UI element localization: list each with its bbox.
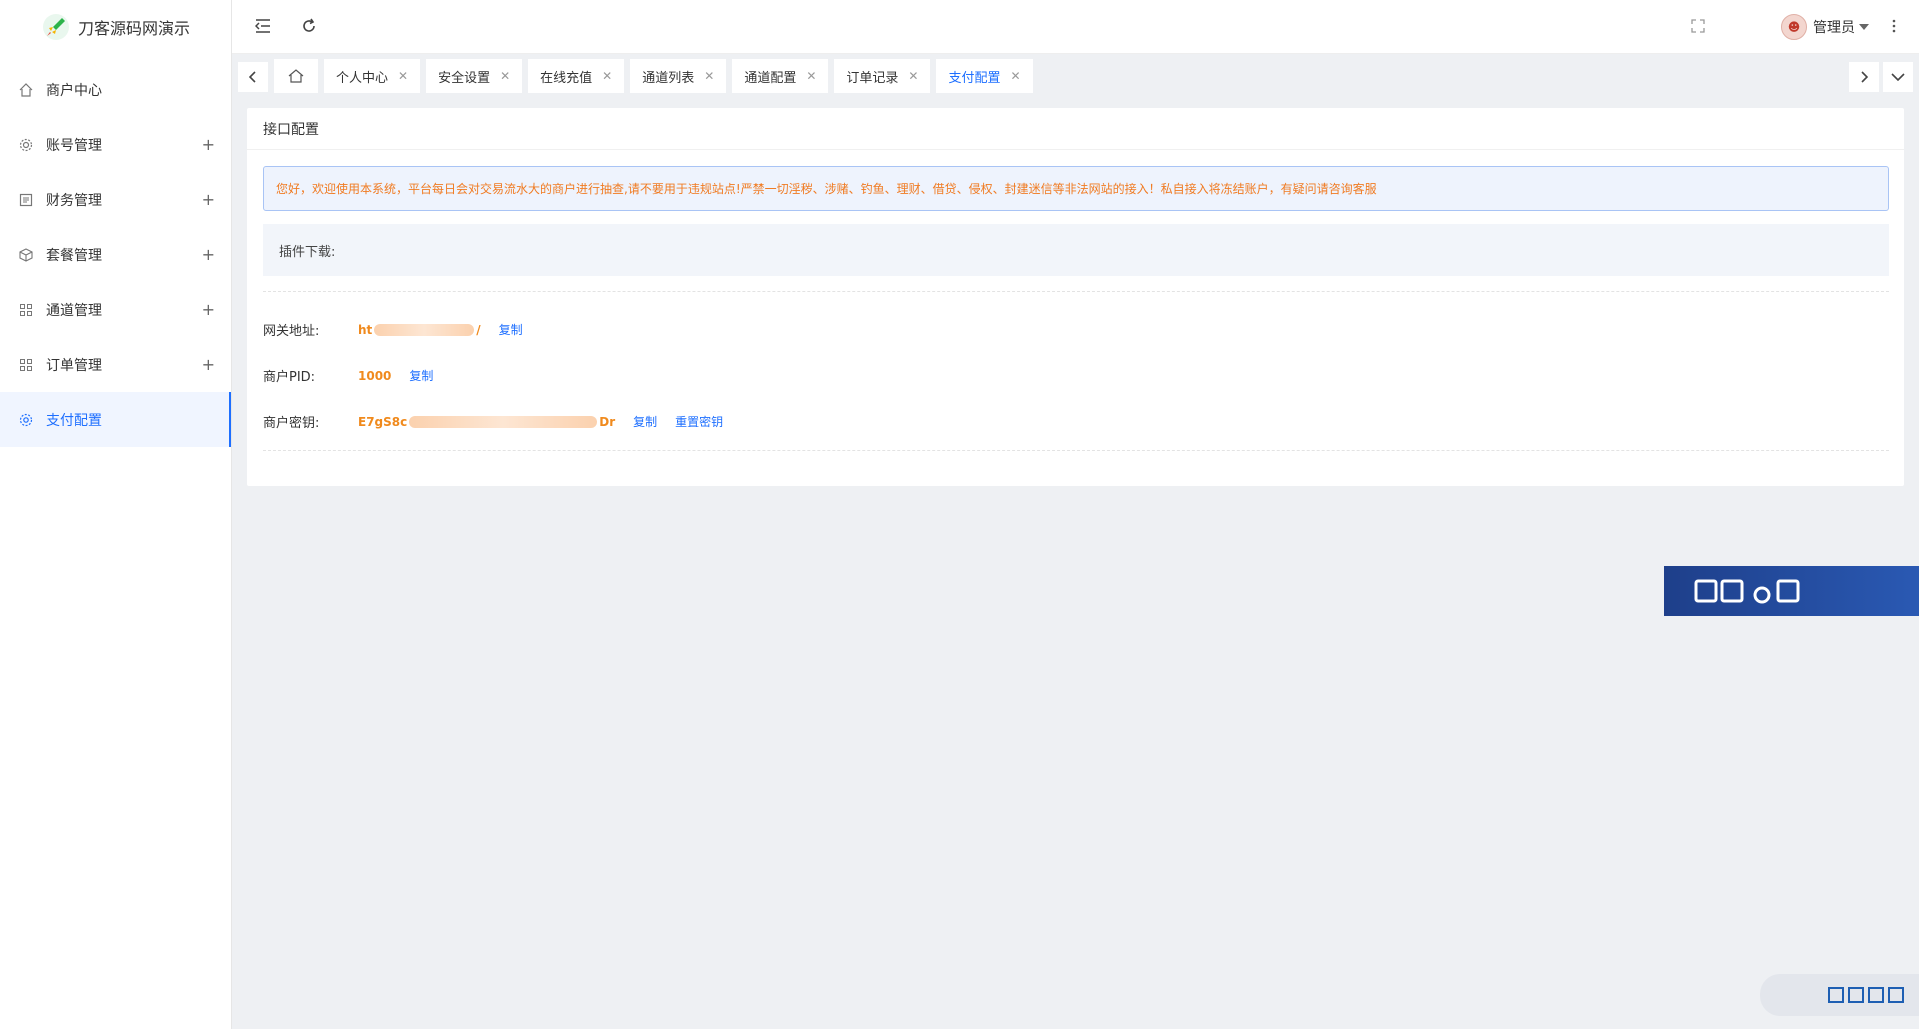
home-icon bbox=[288, 69, 304, 83]
tab-home[interactable] bbox=[274, 59, 318, 93]
divider bbox=[263, 291, 1889, 292]
copy-pid-link[interactable]: 复制 bbox=[409, 367, 433, 384]
tab-label: 订单记录 bbox=[846, 70, 899, 86]
notice-alert: 您好，欢迎使用本系统，平台每日会对交易流水大的商户进行抽查,请不要用于违规站点!… bbox=[263, 166, 1889, 211]
close-icon[interactable]: ✕ bbox=[1010, 69, 1020, 83]
app-title: 刀客源码网演示 bbox=[78, 19, 191, 38]
sidebar-item-payment-config[interactable]: 支付配置 bbox=[0, 392, 231, 447]
card-title: 接口配置 bbox=[247, 108, 1904, 150]
fullscreen-icon[interactable] bbox=[1687, 15, 1709, 37]
sidebar-item-merchant-center[interactable]: 商户中心 bbox=[0, 62, 231, 117]
divider bbox=[263, 450, 1889, 451]
sidebar-item-package[interactable]: 套餐管理 + bbox=[0, 227, 231, 282]
app-logo[interactable]: 刀客源码网演示 bbox=[0, 0, 231, 54]
watermark-logo-banner bbox=[1664, 566, 1919, 616]
collapse-menu-icon[interactable] bbox=[252, 15, 274, 37]
secret-value-end: Dr bbox=[599, 414, 616, 429]
pid-label: 商户PID: bbox=[263, 370, 316, 385]
gateway-value-end: / bbox=[476, 322, 481, 337]
secret-value-start: E7gS8c bbox=[358, 414, 408, 429]
tab-payment-config[interactable]: 支付配置 ✕ bbox=[936, 59, 1033, 93]
rocket-logo-icon bbox=[43, 14, 69, 40]
gateway-row: 网关地址: ht / 复制 bbox=[263, 320, 523, 340]
tabs-bar: 个人中心 ✕ 安全设置 ✕ 在线充值 ✕ 通道列表 ✕ 通道配置 ✕ 订单记录 ✕ 支付配置… bbox=[232, 54, 1919, 98]
expand-plus-icon[interactable]: + bbox=[202, 300, 215, 319]
expand-plus-icon[interactable]: + bbox=[202, 355, 215, 374]
tab-channel-config[interactable]: 通道配置 ✕ bbox=[732, 59, 829, 93]
tabs: 个人中心 ✕ 安全设置 ✕ 在线充值 ✕ 通道列表 ✕ 通道配置 ✕ 订单记录 ✕ 支付配置… bbox=[274, 59, 1033, 93]
gear-icon bbox=[18, 137, 34, 153]
sidebar-item-account[interactable]: 账号管理 + bbox=[0, 117, 231, 172]
tab-label: 安全设置 bbox=[438, 70, 491, 86]
interface-config-card: 接口配置 您好，欢迎使用本系统，平台每日会对交易流水大的商户进行抽查,请不要用于… bbox=[247, 108, 1904, 486]
close-icon[interactable]: ✕ bbox=[704, 69, 714, 83]
watermark-logo-image bbox=[1694, 579, 1799, 604]
tab-online-recharge[interactable]: 在线充值 ✕ bbox=[528, 59, 625, 93]
reset-secret-link[interactable]: 重置密钥 bbox=[675, 413, 723, 430]
user-menu[interactable]: ☻ 管理员 bbox=[1781, 14, 1869, 40]
secret-row: 商户密钥: E7gS8c Dr 复制 重置密钥 bbox=[263, 412, 723, 432]
tabs-scroll-right-icon[interactable] bbox=[1849, 62, 1879, 92]
sidebar-item-order[interactable]: 订单管理 + bbox=[0, 337, 231, 392]
plugin-download-label: 插件下载: bbox=[279, 244, 336, 260]
gateway-label: 网关地址: bbox=[263, 324, 320, 339]
finance-icon bbox=[18, 192, 34, 208]
close-icon[interactable]: ✕ bbox=[602, 69, 612, 83]
refresh-icon[interactable] bbox=[298, 15, 320, 37]
tab-label: 在线充值 bbox=[540, 70, 593, 86]
home-icon bbox=[18, 82, 34, 98]
tab-channel-list[interactable]: 通道列表 ✕ bbox=[630, 59, 727, 93]
pid-row: 商户PID: 1000 复制 bbox=[263, 366, 433, 386]
watermark-badge-image bbox=[1828, 987, 1904, 1003]
tabs-dropdown-icon[interactable] bbox=[1883, 62, 1913, 92]
more-vertical-icon[interactable] bbox=[1883, 15, 1905, 37]
pid-value: 1000 bbox=[358, 368, 392, 383]
close-icon[interactable]: ✕ bbox=[806, 69, 816, 83]
sidebar-item-label: 订单管理 bbox=[46, 357, 102, 374]
package-icon bbox=[18, 247, 34, 263]
sidebar-item-channel[interactable]: 通道管理 + bbox=[0, 282, 231, 337]
secret-value: E7gS8c Dr bbox=[358, 415, 615, 429]
avatar: ☻ bbox=[1781, 14, 1807, 40]
tab-label: 支付配置 bbox=[948, 70, 1001, 86]
chevron-down-icon bbox=[1859, 24, 1869, 30]
user-name: 管理员 bbox=[1813, 20, 1855, 36]
expand-plus-icon[interactable]: + bbox=[202, 245, 215, 264]
redacted-blur bbox=[374, 324, 475, 336]
close-icon[interactable]: ✕ bbox=[908, 69, 918, 83]
sidebar-item-label: 支付配置 bbox=[46, 412, 102, 429]
sidebar-item-finance[interactable]: 财务管理 + bbox=[0, 172, 231, 227]
redacted-blur bbox=[409, 416, 598, 428]
sidebar-item-label: 通道管理 bbox=[46, 302, 102, 319]
close-icon[interactable]: ✕ bbox=[500, 69, 510, 83]
expand-plus-icon[interactable]: + bbox=[202, 190, 215, 209]
sidebar-item-label: 财务管理 bbox=[46, 192, 102, 209]
settings-icon bbox=[18, 412, 34, 428]
close-icon[interactable]: ✕ bbox=[398, 69, 408, 83]
sidebar-item-label: 商户中心 bbox=[46, 82, 102, 99]
tab-label: 通道列表 bbox=[642, 70, 695, 86]
expand-plus-icon[interactable]: + bbox=[202, 135, 215, 154]
copy-secret-link[interactable]: 复制 bbox=[633, 413, 657, 430]
secret-label: 商户密钥: bbox=[263, 416, 320, 431]
tab-security-settings[interactable]: 安全设置 ✕ bbox=[426, 59, 523, 93]
gateway-value-start: ht bbox=[358, 322, 373, 337]
tab-label: 通道配置 bbox=[744, 70, 797, 86]
sidebar: 刀客源码网演示 商户中心 账号管理 + 财务管理 + 套餐管理 + 通道管理 + bbox=[0, 0, 232, 1029]
gateway-value: ht / bbox=[358, 323, 481, 337]
apps-icon bbox=[18, 357, 34, 373]
plugin-download: 插件下载: bbox=[263, 224, 1889, 276]
tab-personal-center[interactable]: 个人中心 ✕ bbox=[324, 59, 421, 93]
sidebar-item-label: 套餐管理 bbox=[46, 247, 102, 264]
copy-gateway-link[interactable]: 复制 bbox=[499, 321, 523, 338]
top-header: ☻ 管理员 bbox=[232, 0, 1919, 54]
tab-label: 个人中心 bbox=[336, 70, 389, 86]
sidebar-item-label: 账号管理 bbox=[46, 137, 102, 154]
watermark-badge bbox=[1760, 974, 1919, 1016]
tab-order-records[interactable]: 订单记录 ✕ bbox=[834, 59, 931, 93]
tabs-scroll-left-icon[interactable] bbox=[238, 62, 268, 92]
apps-icon bbox=[18, 302, 34, 318]
